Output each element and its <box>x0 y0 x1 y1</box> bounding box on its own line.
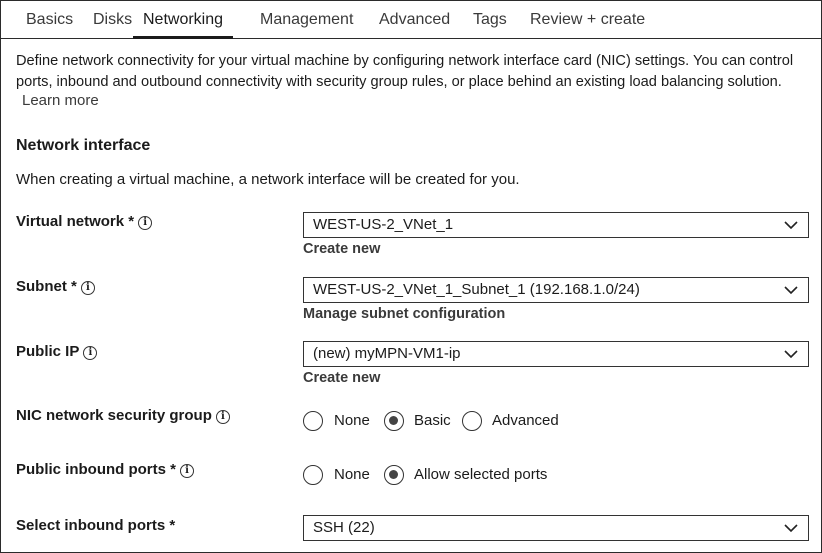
chevron-down-icon <box>784 350 798 359</box>
learn-more-link[interactable]: Learn more <box>22 92 99 109</box>
nic-nsg-label: NIC network security group i <box>16 407 230 424</box>
tab-basics[interactable]: Basics <box>26 0 73 38</box>
info-circle-icon[interactable]: i <box>215 410 230 424</box>
tab-review-create[interactable]: Review + create <box>530 0 645 38</box>
inbound-allow-selected-radio[interactable] <box>384 465 404 485</box>
section-title: Network interface <box>16 137 151 154</box>
info-circle-icon[interactable]: i <box>83 346 98 360</box>
subnet-select[interactable]: WEST-US-2_VNet_1_Subnet_1 (192.168.1.0/2… <box>303 277 809 303</box>
tab-disks[interactable]: Disks <box>93 0 132 38</box>
public-ip-label: Public IP i <box>16 343 98 360</box>
nsg-none-radio[interactable] <box>303 411 323 431</box>
tab-tags[interactable]: Tags <box>473 0 507 38</box>
nsg-advanced-label: Advanced <box>492 412 559 429</box>
nsg-advanced-radio[interactable] <box>462 411 482 431</box>
nsg-basic-label: Basic <box>414 412 451 429</box>
inbound-allow-selected-label: Allow selected ports <box>414 466 548 483</box>
create-new-vnet-link[interactable]: Create new <box>303 241 380 257</box>
nsg-none-label: None <box>334 412 370 429</box>
chevron-down-icon <box>784 286 798 295</box>
section-subtitle: When creating a virtual machine, a netwo… <box>16 171 520 188</box>
virtual-network-select[interactable]: WEST-US-2_VNet_1 <box>303 212 809 238</box>
tab-networking[interactable]: Networking <box>133 0 234 39</box>
info-circle-icon[interactable]: i <box>138 216 153 230</box>
select-inbound-ports-select[interactable]: SSH (22) <box>303 515 809 541</box>
subnet-label: Subnet * i <box>16 278 95 295</box>
info-circle-icon[interactable]: i <box>180 464 194 478</box>
public-inbound-ports-label: Public inbound ports * i <box>16 461 194 478</box>
page-description: Define network connectivity for your vir… <box>16 53 794 90</box>
inbound-none-label: None <box>334 466 370 483</box>
chevron-down-icon <box>784 221 798 230</box>
inbound-none-radio[interactable] <box>303 465 323 485</box>
create-new-ip-link[interactable]: Create new <box>303 370 380 386</box>
info-circle-icon[interactable]: i <box>80 281 95 295</box>
manage-subnet-link[interactable]: Manage subnet configuration <box>303 306 505 322</box>
nsg-basic-radio[interactable] <box>384 411 404 431</box>
tab-advanced[interactable]: Advanced <box>379 0 450 38</box>
chevron-down-icon <box>784 524 798 533</box>
tab-bar: Basics Disks Networking Management Advan… <box>0 0 822 39</box>
select-inbound-ports-label: Select inbound ports * <box>16 517 176 534</box>
virtual-network-label: Virtual network * i <box>16 213 153 230</box>
tab-management[interactable]: Management <box>260 0 353 38</box>
public-ip-select[interactable]: (new) myMPN-VM1-ip <box>303 341 809 367</box>
